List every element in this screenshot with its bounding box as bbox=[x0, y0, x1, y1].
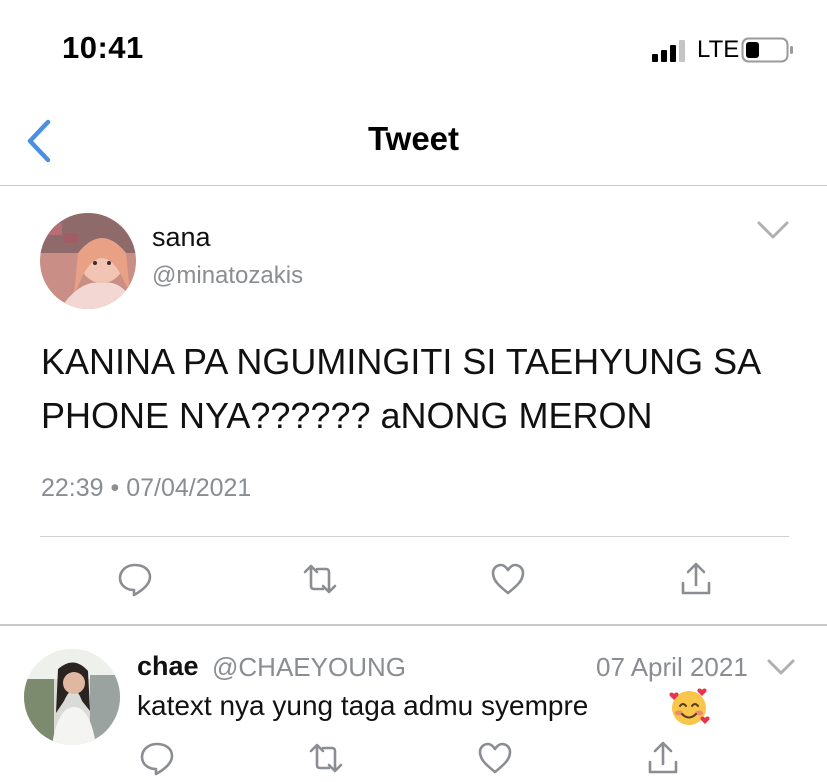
tweet-text: KANINA PA NGUMINGITI SI TAEHYUNG SA PHON… bbox=[41, 341, 760, 436]
share-icon[interactable] bbox=[645, 740, 681, 776]
reply-date: 07 April 2021 bbox=[596, 652, 748, 682]
author-handle[interactable]: @minatozakis bbox=[152, 262, 303, 290]
reply-icon[interactable] bbox=[139, 740, 175, 776]
tweet-timestamp: 22:39 • 07/04/2021 bbox=[41, 474, 252, 502]
like-icon[interactable] bbox=[477, 740, 513, 776]
author-name[interactable]: sana bbox=[152, 222, 211, 253]
nav-bar: Tweet bbox=[0, 100, 827, 186]
like-icon[interactable] bbox=[490, 561, 526, 597]
reply-author-handle[interactable]: @CHAEYOUNG bbox=[212, 652, 406, 683]
share-icon[interactable] bbox=[678, 561, 714, 597]
retweet-icon[interactable] bbox=[302, 561, 338, 597]
page-title: Tweet bbox=[367, 120, 460, 157]
reply-icon[interactable] bbox=[117, 561, 153, 597]
network-type: LTE bbox=[697, 36, 740, 63]
signal-bars-icon bbox=[652, 40, 685, 62]
section-divider bbox=[0, 624, 827, 626]
battery-icon bbox=[741, 37, 793, 63]
status-bar: 10:41 LTE bbox=[0, 0, 827, 100]
divider bbox=[40, 536, 789, 537]
chevron-down-icon[interactable] bbox=[766, 656, 796, 678]
status-time: 10:41 bbox=[62, 30, 144, 65]
retweet-icon[interactable] bbox=[308, 740, 344, 776]
reply-avatar[interactable] bbox=[24, 649, 120, 745]
chevron-down-icon[interactable] bbox=[756, 218, 790, 242]
avatar[interactable] bbox=[40, 213, 136, 309]
reply-text: katext nya yung taga admu syempre bbox=[137, 690, 589, 721]
smiling-face-with-hearts-icon bbox=[669, 688, 710, 725]
reply-author-name[interactable]: chae bbox=[137, 651, 199, 682]
